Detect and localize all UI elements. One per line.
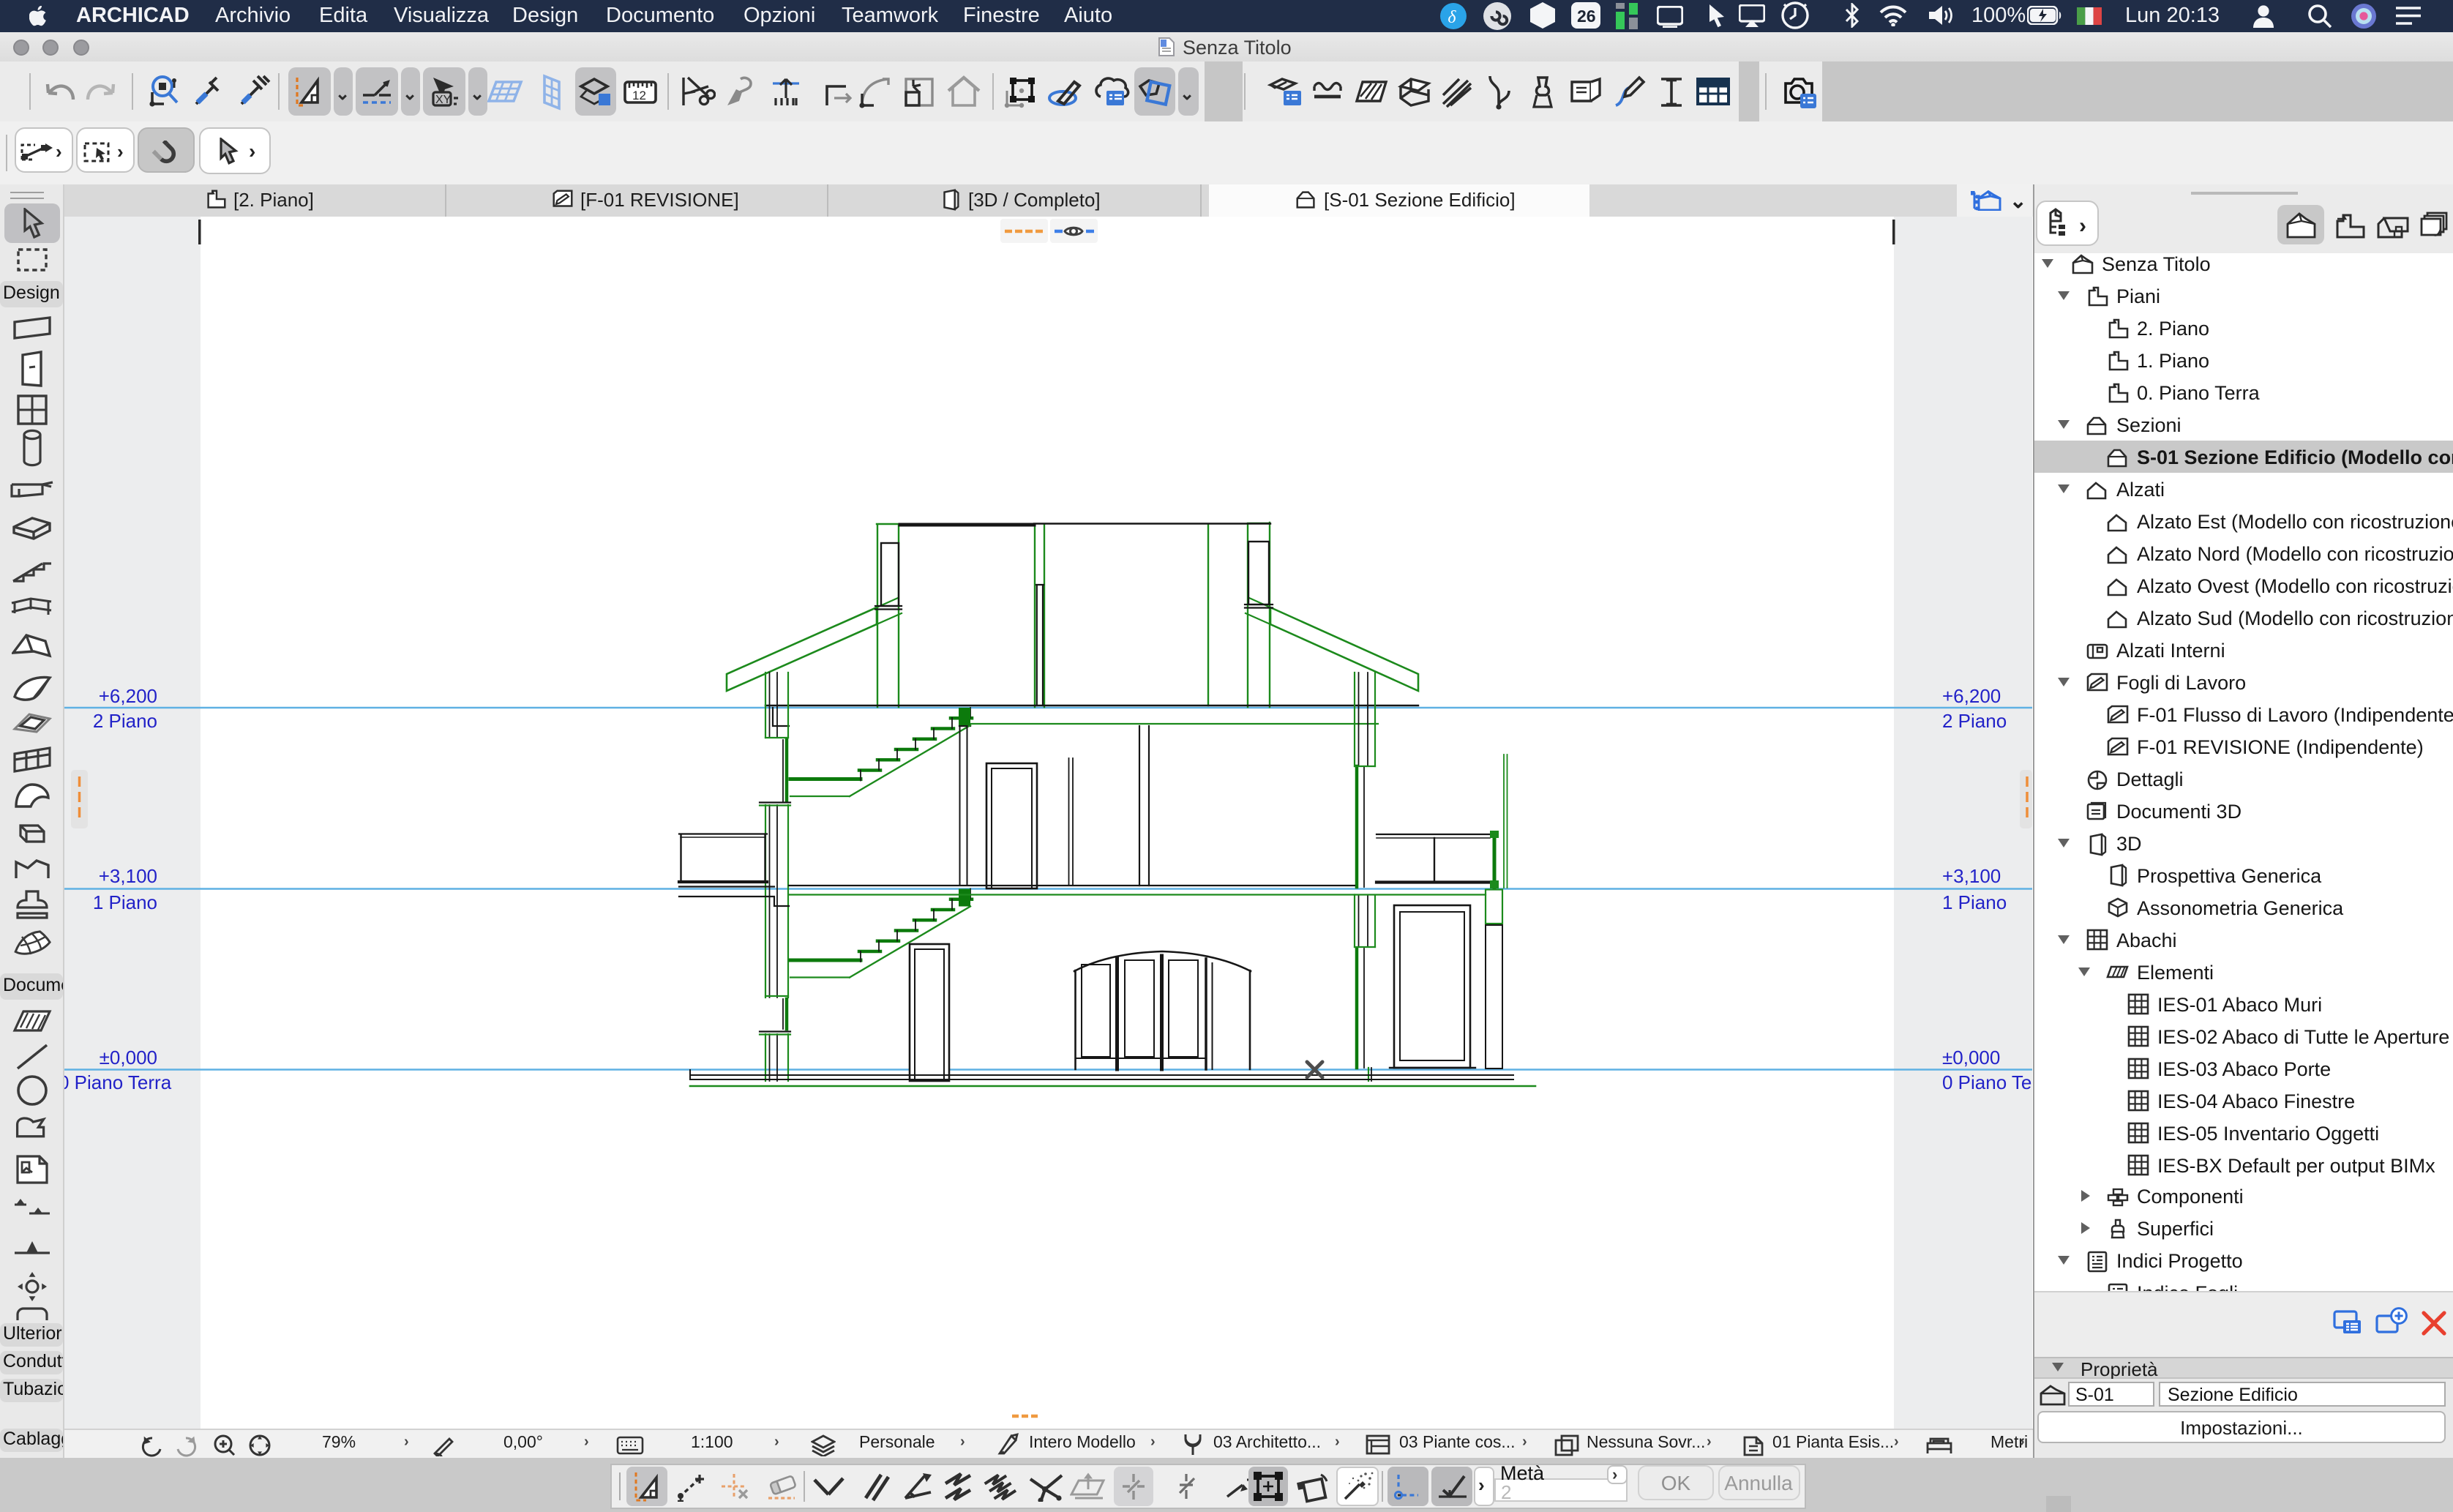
svg-text:12: 12 — [632, 89, 646, 102]
svg-text:26: 26 — [1577, 7, 1596, 26]
svg-text:XY: XY — [435, 94, 452, 106]
svg-text:δ: δ — [1448, 8, 1456, 27]
